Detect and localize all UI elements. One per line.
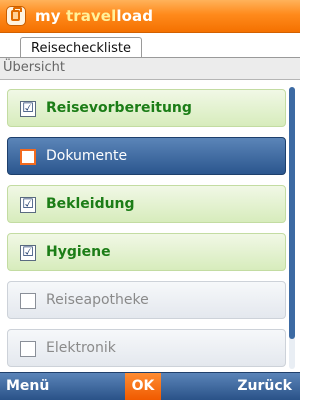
title-bar: my travelload <box>0 0 300 33</box>
list-item-label: Bekleidung <box>46 196 135 212</box>
list-item-reisevorbereitung[interactable]: ☑ Reisevorbereitung <box>7 89 286 127</box>
list-item-bekleidung[interactable]: ☑ Bekleidung <box>7 185 286 223</box>
list-item-label: Elektronik <box>46 340 116 356</box>
list-item-dokumente[interactable]: Dokumente <box>7 137 286 175</box>
app-title-prefix: my <box>35 7 66 25</box>
checkbox-unchecked-icon[interactable] <box>20 341 36 357</box>
checkbox-checked-icon[interactable]: ☑ <box>20 101 36 117</box>
subheader-label: Übersicht <box>3 60 65 75</box>
list-item-label: Hygiene <box>46 244 111 260</box>
app-title-suffix: load <box>116 7 154 25</box>
checkbox-checked-icon[interactable]: ☑ <box>20 197 36 213</box>
back-softkey[interactable]: Zurück <box>237 378 292 394</box>
list-item-label: Reisevorbereitung <box>46 100 192 116</box>
luggage-icon <box>6 6 26 26</box>
tab-reisecheckliste[interactable]: Reisecheckliste <box>20 37 142 59</box>
app-title: my travelload <box>35 7 153 25</box>
list-item-hygiene[interactable]: ☑ Hygiene <box>7 233 286 271</box>
checkbox-unchecked-icon[interactable] <box>20 293 36 309</box>
ok-softkey[interactable]: OK <box>125 373 161 400</box>
checkbox-unchecked-icon[interactable] <box>20 149 36 165</box>
checkbox-checked-icon[interactable]: ☑ <box>20 245 36 261</box>
list-item-elektronik[interactable]: Elektronik <box>7 329 286 367</box>
scrollbar-thumb[interactable] <box>289 87 295 339</box>
softkey-bar: Menü OK Zurück <box>0 372 300 400</box>
menu-softkey[interactable]: Menü <box>6 378 49 394</box>
list-item-label: Dokumente <box>46 148 128 164</box>
list-item-label: Reiseapotheke <box>46 292 149 308</box>
app-title-brand: travel <box>65 7 117 25</box>
tab-strip: Reisecheckliste <box>0 33 300 59</box>
checklist: ☑ Reisevorbereitung Dokumente ☑ Bekleidu… <box>7 89 286 377</box>
list-item-reiseapotheke[interactable]: Reiseapotheke <box>7 281 286 319</box>
subheader: Übersicht <box>0 58 300 80</box>
